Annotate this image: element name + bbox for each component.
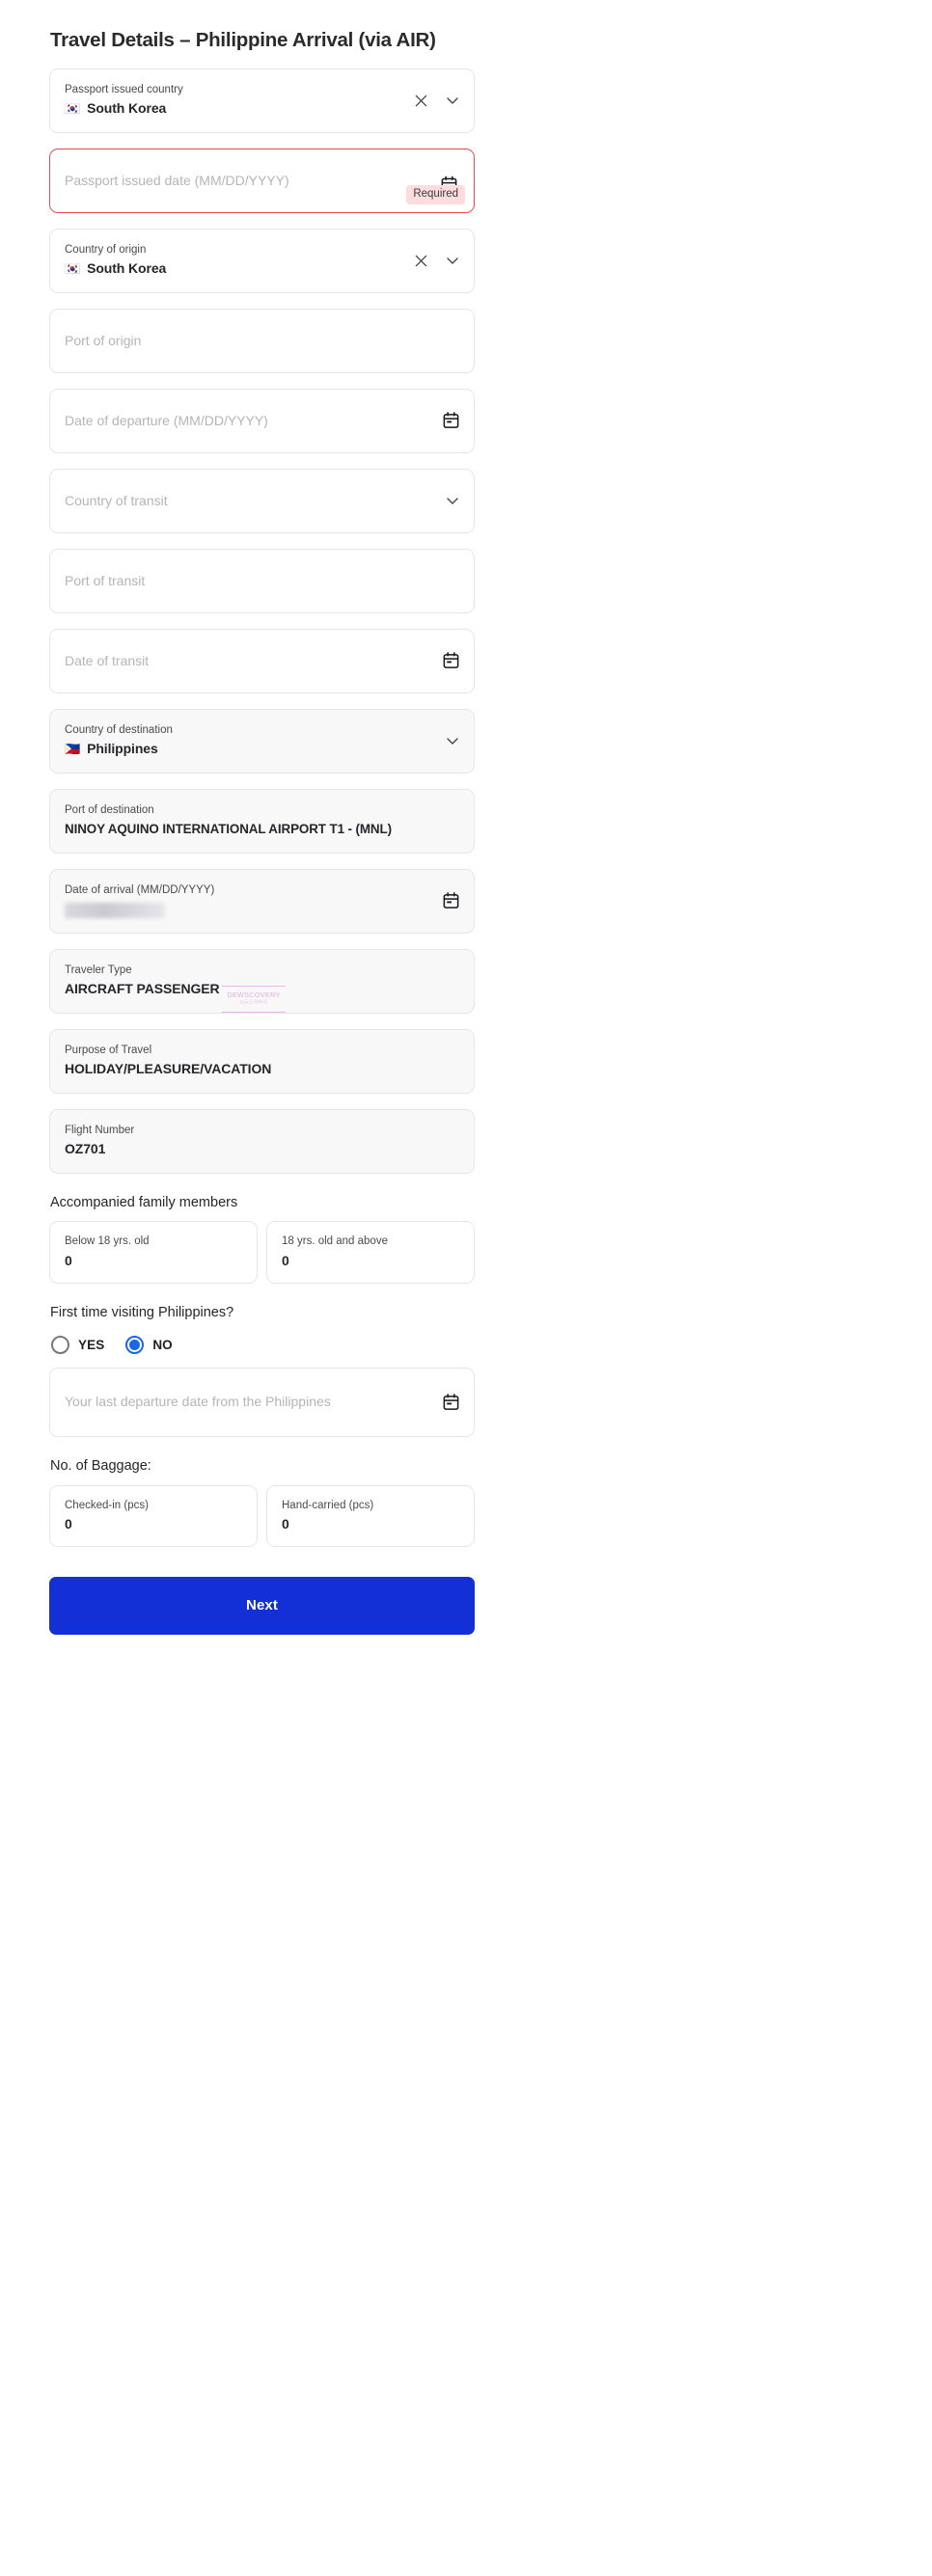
flight-number-field[interactable]: Flight Number OZ701: [49, 1108, 475, 1174]
port-of-destination-label: Port of destination: [65, 804, 154, 817]
country-of-transit-field[interactable]: Country of transit: [49, 468, 475, 533]
country-of-destination-field[interactable]: Country of destination 🇵🇭 Philippines: [49, 708, 475, 773]
country-of-destination-adornments: [445, 733, 460, 748]
port-of-destination-field[interactable]: Port of destination NINOY AQUINO INTERNA…: [49, 788, 475, 854]
calendar-icon[interactable]: [442, 412, 460, 430]
passport-issued-date-placeholder: Passport issued date (MM/DD/YYYY): [65, 172, 289, 188]
passport-issued-country-text: South Korea: [87, 100, 167, 117]
page-title: Travel Details – Philippine Arrival (via…: [50, 29, 436, 51]
traveler-type-field[interactable]: Traveler Type AIRCRAFT PASSENGER: [49, 948, 475, 1014]
date-of-transit-adornments: [442, 652, 460, 670]
date-of-departure-adornments: [442, 412, 460, 430]
baggage-hand-carried-value: 0: [282, 1516, 289, 1532]
country-of-transit-placeholder: Country of transit: [65, 492, 168, 508]
port-of-origin-placeholder: Port of origin: [65, 332, 142, 348]
baggage-hand-carried-label: Hand-carried (pcs): [282, 1499, 374, 1511]
baggage-row: Checked-in (pcs) 0 Hand-carried (pcs) 0: [49, 1484, 475, 1547]
country-of-destination-text: Philippines: [87, 741, 158, 757]
radio-yes-label: YES: [78, 1337, 105, 1352]
passport-issued-date-field[interactable]: Passport issued date (MM/DD/YYYY) Requir…: [49, 148, 475, 213]
south-korea-flag-icon: 🇰🇷: [65, 261, 81, 277]
accompanied-family-row: Below 18 yrs. old 0 18 yrs. old and abov…: [49, 1221, 475, 1284]
country-of-origin-label: Country of origin: [65, 243, 147, 256]
travel-details-page: Travel Details – Philippine Arrival (via…: [0, 0, 932, 2576]
philippines-flag-icon: 🇵🇭: [65, 742, 81, 757]
clear-icon[interactable]: [414, 94, 428, 108]
date-of-arrival-adornments: [442, 892, 460, 910]
port-of-destination-value: NINOY AQUINO INTERNATIONAL AIRPORT T1 - …: [65, 821, 392, 836]
radio-no-icon[interactable]: [125, 1335, 145, 1354]
purpose-of-travel-value: HOLIDAY/PLEASURE/VACATION: [65, 1061, 272, 1077]
radio-no-label: NO: [152, 1337, 173, 1352]
next-button[interactable]: Next: [49, 1576, 475, 1635]
family-above-18-label: 18 yrs. old and above: [282, 1235, 388, 1248]
clear-icon[interactable]: [414, 254, 428, 268]
radio-yes-icon[interactable]: [51, 1335, 69, 1354]
first-time-visiting-radio-group: YES NO: [51, 1335, 475, 1354]
radio-option-no[interactable]: NO: [125, 1335, 173, 1354]
country-of-origin-value: 🇰🇷 South Korea: [65, 259, 459, 278]
calendar-icon[interactable]: [442, 652, 460, 670]
calendar-icon[interactable]: [442, 1393, 460, 1411]
flight-number-value: OZ701: [65, 1141, 106, 1157]
radio-option-yes[interactable]: YES: [51, 1335, 105, 1354]
date-of-arrival-field[interactable]: Date of arrival (MM/DD/YYYY): [49, 868, 475, 934]
family-below-18-field[interactable]: Below 18 yrs. old 0: [49, 1221, 258, 1284]
purpose-of-travel-label: Purpose of Travel: [65, 1044, 152, 1056]
port-of-origin-field[interactable]: Port of origin: [49, 308, 475, 373]
family-above-18-value: 0: [282, 1252, 289, 1268]
baggage-heading: No. of Baggage:: [50, 1457, 151, 1474]
port-of-transit-placeholder: Port of transit: [65, 572, 146, 588]
family-above-18-field[interactable]: 18 yrs. old and above 0: [266, 1221, 475, 1284]
baggage-checked-in-value: 0: [65, 1516, 72, 1532]
country-of-origin-field[interactable]: Country of origin 🇰🇷 South Korea: [49, 228, 475, 293]
last-departure-date-adornments: [442, 1393, 460, 1411]
date-of-arrival-label: Date of arrival (MM/DD/YYYY): [65, 883, 215, 896]
baggage-hand-carried-field[interactable]: Hand-carried (pcs) 0: [266, 1484, 475, 1547]
accompanied-family-heading: Accompanied family members: [50, 1194, 238, 1210]
date-of-transit-field[interactable]: Date of transit: [49, 628, 475, 693]
chevron-down-icon[interactable]: [445, 733, 460, 748]
calendar-icon[interactable]: [442, 892, 460, 910]
country-of-origin-adornments: [414, 253, 460, 268]
required-badge: Required: [406, 185, 465, 204]
country-of-origin-text: South Korea: [87, 260, 167, 277]
port-of-transit-field[interactable]: Port of transit: [49, 548, 475, 613]
chevron-down-icon[interactable]: [445, 93, 460, 108]
country-of-destination-value: 🇵🇭 Philippines: [65, 740, 459, 758]
flight-number-label: Flight Number: [65, 1124, 135, 1136]
family-below-18-value: 0: [65, 1252, 72, 1268]
chevron-down-icon[interactable]: [445, 253, 460, 268]
passport-issued-country-adornments: [414, 93, 460, 108]
purpose-of-travel-field[interactable]: Purpose of Travel HOLIDAY/PLEASURE/VACAT…: [49, 1028, 475, 1094]
family-below-18-label: Below 18 yrs. old: [65, 1235, 150, 1248]
last-departure-date-field[interactable]: Your last departure date from the Philip…: [49, 1367, 475, 1437]
date-of-arrival-value: [65, 903, 165, 919]
baggage-checked-in-field[interactable]: Checked-in (pcs) 0: [49, 1484, 258, 1547]
traveler-type-value: AIRCRAFT PASSENGER: [65, 981, 220, 997]
traveler-type-label: Traveler Type: [65, 963, 132, 976]
travel-details-form: Travel Details – Philippine Arrival (via…: [49, 0, 475, 1635]
last-departure-date-placeholder: Your last departure date from the Philip…: [65, 1394, 331, 1410]
baggage-checked-in-label: Checked-in (pcs): [65, 1499, 149, 1511]
passport-issued-country-value: 🇰🇷 South Korea: [65, 99, 459, 118]
date-of-departure-field[interactable]: Date of departure (MM/DD/YYYY): [49, 388, 475, 453]
date-of-departure-placeholder: Date of departure (MM/DD/YYYY): [65, 412, 268, 428]
country-of-destination-label: Country of destination: [65, 723, 173, 736]
chevron-down-icon[interactable]: [445, 493, 460, 508]
passport-issued-country-label: Passport issued country: [65, 83, 183, 95]
date-of-transit-placeholder: Date of transit: [65, 652, 150, 668]
country-of-transit-adornments: [445, 493, 460, 508]
south-korea-flag-icon: 🇰🇷: [65, 101, 81, 117]
passport-issued-country-field[interactable]: Passport issued country 🇰🇷 South Korea: [49, 68, 475, 133]
first-time-visiting-question: First time visiting Philippines?: [50, 1304, 234, 1320]
